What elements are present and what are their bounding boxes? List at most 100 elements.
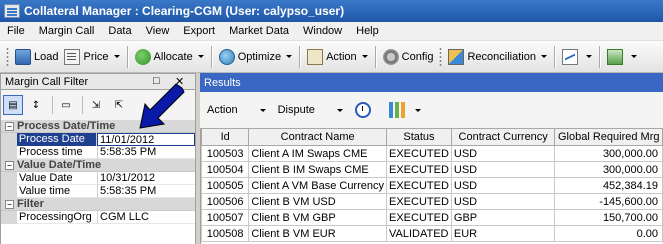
cell-status: EXECUTED — [386, 209, 452, 226]
column-header-id[interactable]: Id — [201, 128, 250, 146]
process-time-field[interactable]: 5:58:35 PM — [98, 146, 156, 159]
chevron-down-icon[interactable] — [259, 108, 266, 112]
row-gutter — [1, 171, 17, 185]
processing-org-field[interactable]: CGM LLC — [98, 211, 149, 224]
main-toolbar: Load Price Allocate Optimize Action Conf… — [0, 41, 663, 73]
row-gutter — [1, 184, 17, 198]
collapse-toggle-icon[interactable]: − — [5, 199, 14, 209]
property-row-process-date[interactable]: Process Date 11/01/2012 — [1, 132, 195, 146]
chevron-down-icon[interactable] — [113, 55, 120, 58]
results-action-dropdown[interactable]: Action — [207, 104, 266, 116]
menu-file[interactable]: File — [0, 25, 32, 37]
property-name: ProcessingOrg — [17, 210, 98, 224]
chevron-down-icon[interactable] — [414, 108, 421, 112]
table-row[interactable]: 100504 Client B IM Swaps CME EXECUTED US… — [201, 161, 663, 178]
menu-data[interactable]: Data — [101, 25, 138, 37]
export-icon — [606, 48, 623, 65]
chart-button[interactable] — [559, 45, 595, 69]
categorized-view-icon[interactable]: ▤ — [3, 95, 23, 115]
chevron-down-icon[interactable] — [286, 55, 293, 58]
toolbar-grip[interactable] — [6, 46, 9, 67]
reconciliation-button[interactable]: Reconciliation — [445, 45, 549, 69]
property-row-value-date[interactable]: Value Date 10/31/2012 — [1, 171, 195, 185]
chevron-down-icon[interactable] — [361, 55, 368, 58]
table-row[interactable]: 100508 Client B VM EUR VALIDATED EUR 0.0… — [201, 225, 663, 242]
toolbar-separator — [126, 45, 128, 68]
app-icon — [4, 4, 20, 18]
cell-status: VALIDATED — [386, 225, 452, 242]
action-dropdown-label: Action — [207, 104, 238, 116]
optimize-button[interactable]: Optimize — [216, 45, 295, 69]
table-row[interactable]: 100505 Client A VM Base Currency EXECUTE… — [201, 177, 663, 194]
property-row-processing-org[interactable]: ProcessingOrg CGM LLC — [1, 210, 195, 224]
load-button[interactable]: Load — [12, 45, 61, 69]
price-button[interactable]: Price — [61, 45, 122, 69]
export-button[interactable] — [604, 45, 640, 69]
column-header-status[interactable]: Status — [386, 128, 452, 146]
price-label: Price — [83, 50, 109, 63]
allocate-button[interactable]: Allocate — [132, 45, 207, 69]
category-filter[interactable]: − Filter — [1, 198, 195, 211]
collapse-toggle-icon[interactable]: − — [5, 160, 14, 170]
results-panel-header: Results — [200, 73, 663, 92]
price-sheet-icon — [64, 48, 81, 65]
cell-contract-name: Client B VM GBP — [248, 209, 387, 226]
chevron-down-icon[interactable] — [585, 55, 592, 58]
bar-chart-button[interactable] — [388, 102, 421, 118]
menu-margin-call[interactable]: Margin Call — [32, 25, 102, 37]
collapse-all-icon[interactable]: ⇱ — [109, 95, 129, 115]
line-chart-icon — [561, 48, 578, 65]
category-value-date-time[interactable]: − Value Date/Time — [1, 159, 195, 172]
value-time-field[interactable]: 5:58:35 PM — [98, 185, 156, 198]
history-button[interactable] — [354, 102, 377, 118]
action-icon — [307, 48, 324, 65]
toolbar-separator — [374, 45, 376, 68]
optimize-icon — [218, 48, 235, 65]
config-button[interactable]: Config — [380, 45, 437, 69]
property-pages-icon[interactable]: ▭ — [56, 95, 76, 115]
property-row-value-time[interactable]: Value time 5:58:35 PM — [1, 184, 195, 198]
property-name: Value time — [17, 184, 98, 198]
expand-all-icon[interactable]: ⇲ — [86, 95, 106, 115]
value-date-field[interactable]: 10/31/2012 — [98, 172, 155, 185]
alphabetical-sort-icon[interactable]: ↕ — [26, 95, 46, 115]
cell-contract-name: Client B VM USD — [248, 193, 387, 210]
cell-status: EXECUTED — [386, 161, 452, 178]
menu-export[interactable]: Export — [176, 25, 222, 37]
bar-chart-icon — [388, 102, 405, 118]
category-label: Process Date/Time — [17, 120, 116, 132]
optimize-label: Optimize — [237, 50, 282, 63]
table-row[interactable]: 100506 Client B VM USD EXECUTED USD -145… — [201, 193, 663, 210]
chevron-down-icon[interactable] — [197, 55, 204, 58]
column-header-contract-name[interactable]: Contract Name — [248, 128, 387, 146]
chevron-down-icon[interactable] — [540, 55, 547, 58]
menu-view[interactable]: View — [139, 25, 177, 37]
row-gutter — [1, 145, 17, 159]
results-title: Results — [204, 76, 241, 89]
collapse-toggle-icon[interactable]: − — [5, 121, 14, 131]
cell-contract-name: Client B VM EUR — [248, 225, 387, 242]
table-row[interactable]: 100507 Client B VM GBP EXECUTED GBP 150,… — [201, 209, 663, 226]
results-dispute-dropdown[interactable]: Dispute — [278, 104, 343, 116]
cell-required-margin: 300,000.00 — [554, 161, 663, 178]
menu-market-data[interactable]: Market Data — [222, 25, 296, 37]
toolbar-grip[interactable] — [439, 46, 443, 67]
chevron-down-icon[interactable] — [630, 55, 637, 58]
row-gutter — [1, 132, 17, 146]
property-name: Process Date — [16, 132, 97, 146]
results-table-container: Id Contract Name Status Contract Currenc… — [200, 128, 663, 244]
cell-id: 100506 — [201, 193, 250, 210]
reconciliation-label: Reconciliation — [467, 50, 536, 63]
menu-help[interactable]: Help — [349, 25, 386, 37]
menu-window[interactable]: Window — [296, 25, 349, 37]
process-date-field[interactable]: 11/01/2012 — [97, 132, 195, 146]
chevron-down-icon[interactable] — [336, 108, 343, 112]
reconciliation-icon — [448, 48, 465, 65]
cell-required-margin: -145,600.00 — [554, 193, 663, 210]
action-button[interactable]: Action — [304, 45, 371, 69]
property-grid: − Process Date/Time Process Date 11/01/2… — [0, 120, 196, 244]
table-row[interactable]: 100503 Client A IM Swaps CME EXECUTED US… — [201, 145, 663, 162]
column-header-contract-currency[interactable]: Contract Currency — [450, 128, 556, 146]
column-header-global-required-mrg[interactable]: Global Required Mrg — [554, 128, 663, 146]
property-row-process-time[interactable]: Process time 5:58:35 PM — [1, 145, 195, 159]
